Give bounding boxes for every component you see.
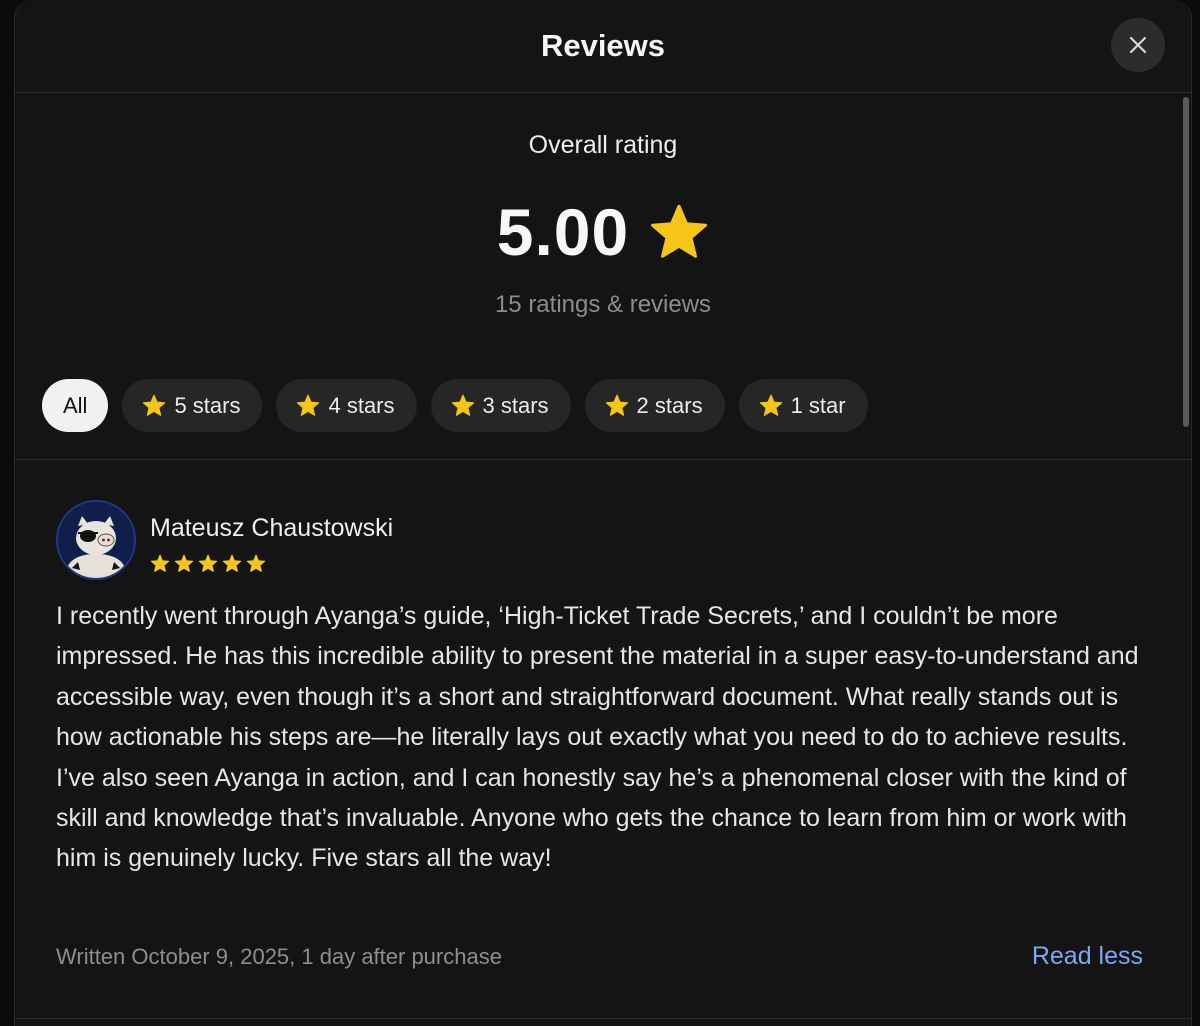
avatar[interactable] — [56, 500, 136, 580]
filter-label: All — [63, 392, 88, 418]
review-rating-stars — [150, 554, 266, 573]
read-less-link[interactable]: Read less — [1032, 942, 1143, 971]
filter-all[interactable]: All — [42, 379, 109, 432]
review-date: Written October 9, 2025, 1 day after pur… — [56, 944, 502, 969]
overall-rating: 5.00 — [15, 194, 1191, 270]
filter-label: 1 star — [790, 392, 846, 418]
overall-rating-label: Overall rating — [528, 131, 678, 159]
filter-label: 3 stars — [482, 392, 549, 418]
star-icon — [451, 394, 474, 416]
star-icon — [222, 554, 242, 573]
review-text: I recently went through Ayanga’s guide, … — [56, 602, 1139, 873]
ratings-count: 15 ratings & reviews — [494, 291, 712, 318]
star-icon — [143, 394, 166, 416]
star-icon — [759, 394, 782, 416]
filter-2-stars[interactable]: 2 stars — [584, 379, 725, 432]
filter-5-stars[interactable]: 5 stars — [122, 379, 263, 432]
modal-header: Reviews — [15, 0, 1191, 93]
filter-4-stars[interactable]: 4 stars — [276, 379, 417, 432]
close-icon — [1129, 36, 1147, 54]
section-divider — [15, 459, 1191, 460]
filter-1-star[interactable]: 1 star — [738, 379, 868, 432]
star-icon — [150, 554, 170, 573]
close-button[interactable] — [1111, 18, 1165, 72]
star-icon — [246, 554, 266, 573]
star-icon — [297, 394, 320, 416]
section-divider — [15, 1018, 1191, 1019]
filter-label: 4 stars — [328, 392, 395, 418]
filter-3-stars[interactable]: 3 stars — [430, 379, 571, 432]
star-icon — [174, 554, 194, 573]
avatar-image — [58, 502, 134, 578]
star-icon — [198, 554, 218, 573]
filter-label: 5 stars — [174, 392, 241, 418]
star-icon — [605, 394, 628, 416]
rating-filters: All 5 stars 4 stars 3 stars 2 stars 1 st… — [42, 379, 868, 432]
overall-rating-value: 5.00 — [496, 195, 630, 269]
star-icon — [651, 204, 708, 258]
reviewer-name: Mateusz Chaustowski — [150, 514, 394, 542]
filter-label: 2 stars — [636, 392, 703, 418]
modal-title: Reviews — [540, 28, 666, 63]
reviews-modal: Reviews Overall rating 5.00 15 ratings &… — [14, 0, 1192, 1026]
